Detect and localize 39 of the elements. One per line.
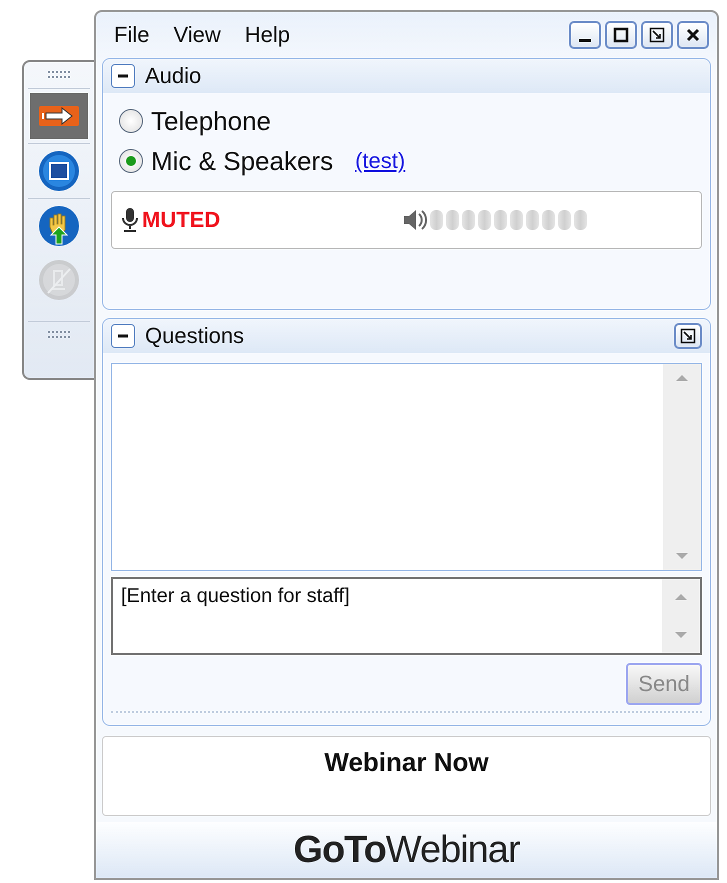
scroll-down-icon — [674, 631, 688, 639]
option-label: Mic & Speakers — [151, 146, 334, 176]
collapse-button[interactable] — [111, 64, 135, 88]
panel-title: Questions — [145, 323, 244, 349]
minimize-button[interactable] — [569, 21, 601, 49]
minimize-icon — [579, 38, 591, 42]
maximize-icon — [613, 27, 629, 43]
logo: GoToWebinar — [293, 828, 520, 872]
microphone-icon — [120, 207, 140, 233]
mute-status: MUTED — [142, 207, 222, 233]
test-link[interactable]: (test) — [355, 148, 406, 174]
pop-out-icon — [649, 27, 665, 43]
scroll-up-icon — [675, 374, 689, 382]
menu-item[interactable]: View — [173, 22, 233, 48]
raised-hand-icon — [38, 205, 80, 247]
radio-button[interactable] — [119, 109, 143, 133]
pop-out-button[interactable] — [641, 21, 673, 49]
muted-mic-icon — [38, 259, 80, 301]
grip-icon — [48, 331, 70, 339]
menu-item[interactable]: File — [114, 22, 162, 48]
window-icon — [38, 150, 80, 192]
maximize-button[interactable] — [605, 21, 637, 49]
panel-title: Audio — [145, 63, 202, 89]
pop-out-button[interactable] — [674, 323, 702, 349]
grip-icon — [48, 71, 70, 79]
pop-out-icon — [680, 328, 696, 344]
scroll-up-icon — [674, 593, 688, 601]
radio-button[interactable] — [119, 149, 143, 173]
close-icon — [685, 27, 701, 43]
arrow-button[interactable] — [30, 93, 88, 139]
speaker-icon — [402, 208, 428, 232]
scrollbar[interactable] — [663, 364, 701, 570]
option-label: Telephone — [151, 106, 271, 136]
menu-item[interactable]: Help — [244, 22, 302, 48]
scrollbar[interactable] — [662, 579, 700, 653]
close-button[interactable] — [677, 21, 709, 49]
webinar-title: Webinar Now — [324, 747, 489, 779]
scroll-down-icon — [675, 552, 689, 560]
collapse-button[interactable] — [111, 324, 135, 348]
